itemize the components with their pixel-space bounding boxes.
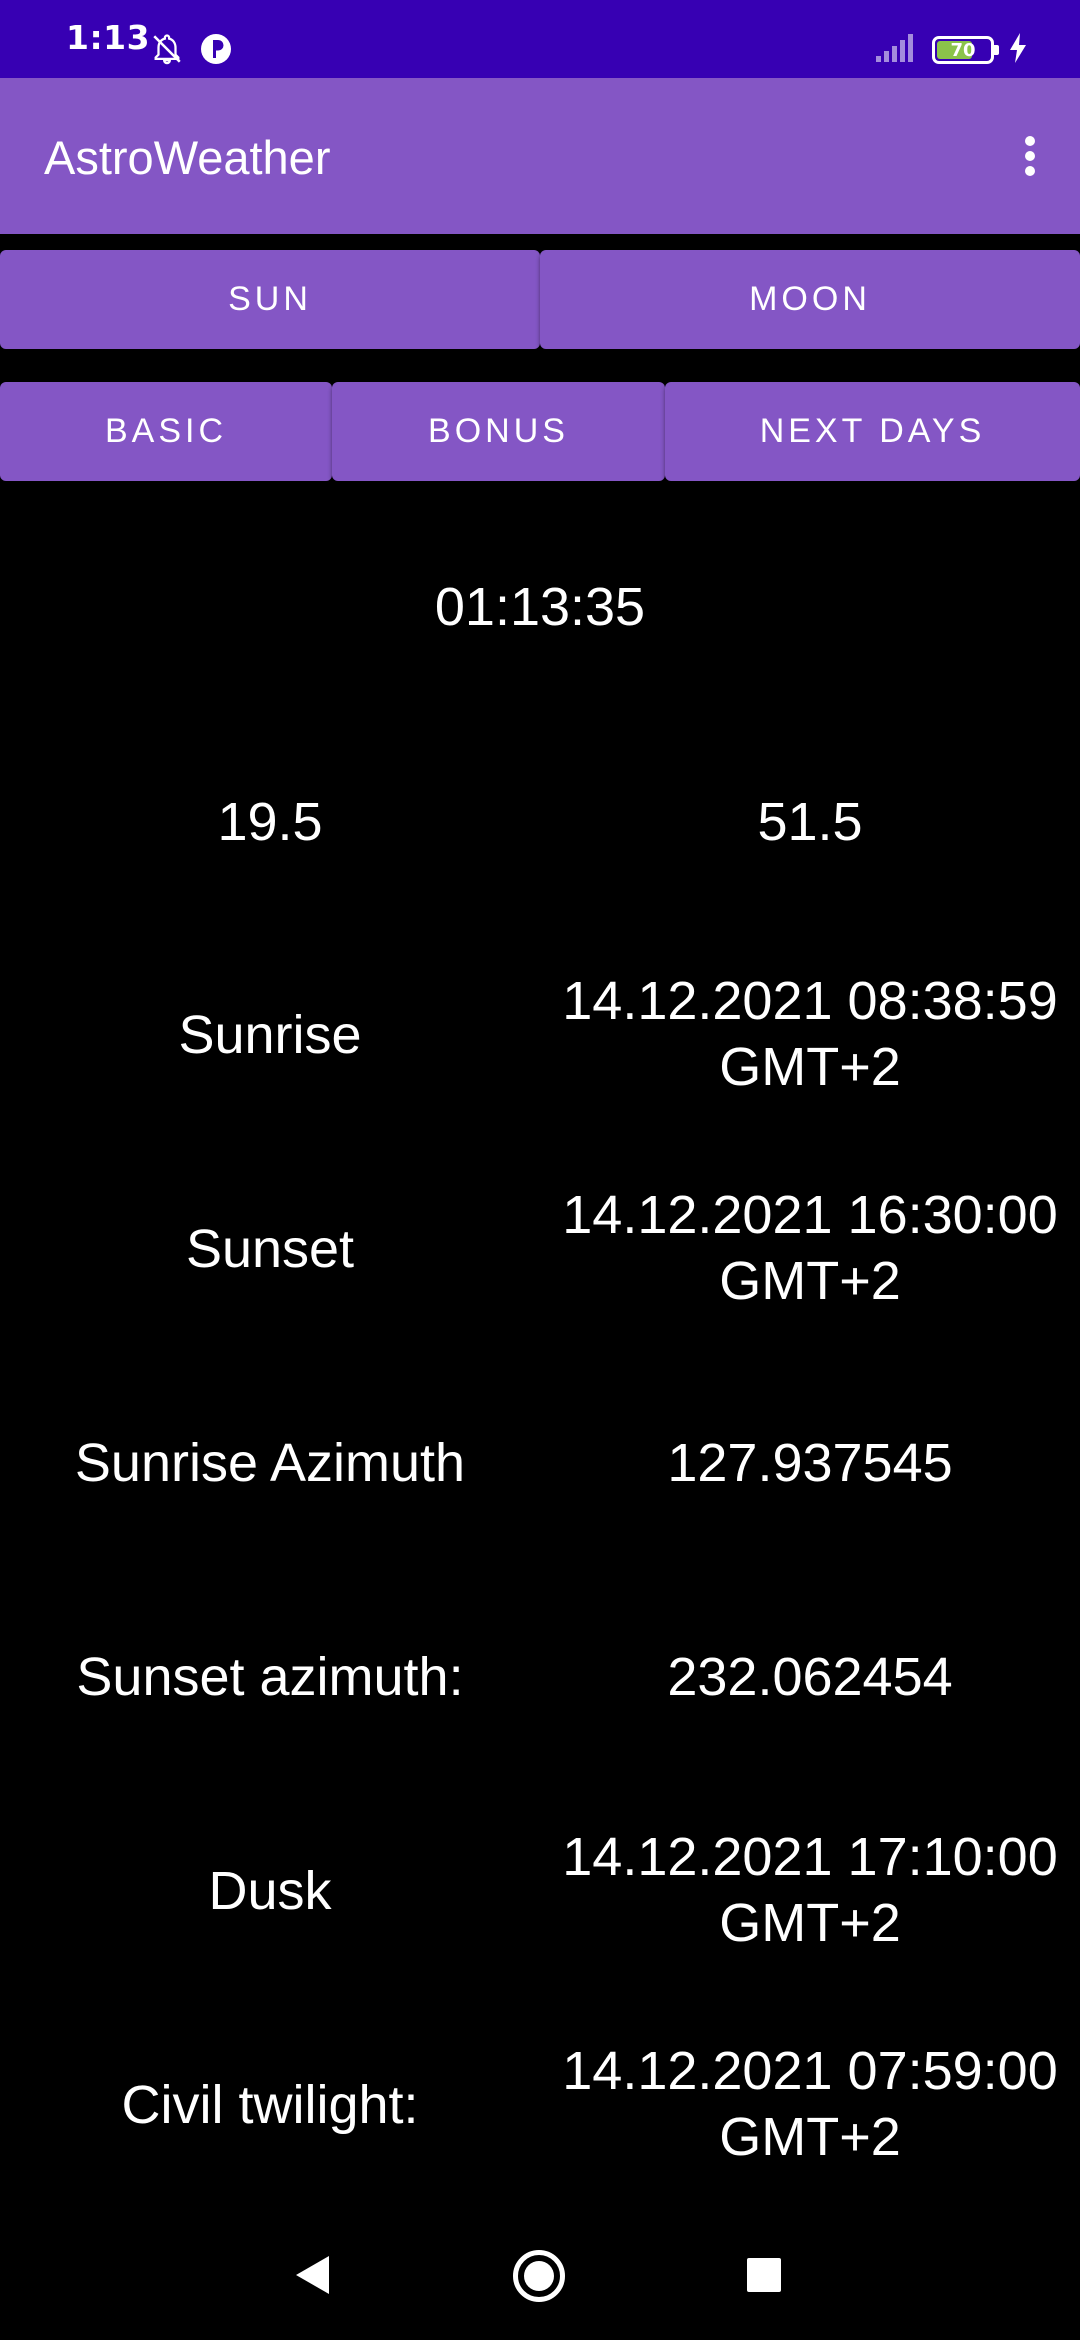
status-left-icons (150, 31, 234, 71)
sunrise-azimuth-value: 127.937545 (667, 1433, 953, 1493)
home-icon-inner (524, 2261, 554, 2291)
civil-twilight-timezone: GMT+2 (719, 2107, 901, 2167)
civil-twilight-label: Civil twilight: (121, 2075, 419, 2135)
sunrise-value: 14.12.2021 08:38:59 GMT+2 (540, 968, 1080, 1100)
current-time: 01:13:35 (434, 577, 646, 637)
back-icon[interactable] (296, 2256, 329, 2294)
dusk-value: 14.12.2021 17:10:00 GMT+2 (540, 1824, 1080, 1956)
recents-icon[interactable] (747, 2258, 781, 2292)
home-icon[interactable] (513, 2250, 565, 2302)
battery-level: 70 (950, 39, 976, 61)
app-title: AstroWeather (44, 131, 331, 184)
menu-dot (1025, 136, 1035, 146)
dusk-label: Dusk (208, 1861, 332, 1921)
signal-icon (876, 34, 918, 66)
menu-dot (1025, 166, 1035, 176)
sunset-timezone: GMT+2 (719, 1251, 901, 1311)
sunset-label: Sunset (185, 1219, 355, 1279)
longitude-value: 19.5 (217, 792, 323, 852)
civil-twilight-datetime: 14.12.2021 07:59:00 (562, 2041, 1058, 2101)
sunset-azimuth-label: Sunset azimuth: (76, 1647, 464, 1707)
sun-button[interactable]: SUN (0, 250, 540, 349)
app-bar: AstroWeather (0, 78, 1080, 234)
notifications-off-icon (150, 32, 184, 70)
more-vert-icon[interactable] (1010, 128, 1050, 184)
app-indicator-icon (198, 31, 234, 71)
sunrise-datetime: 14.12.2021 08:38:59 (562, 971, 1058, 1031)
menu-dot (1025, 151, 1035, 161)
astroweather-screen: 1:13 70 AstroWeather SUN MOON BASIC BONU… (0, 0, 1080, 2340)
status-bar: 1:13 70 (0, 0, 1080, 78)
dusk-timezone: GMT+2 (719, 1893, 901, 1953)
sunset-datetime: 14.12.2021 16:30:00 (562, 1185, 1058, 1245)
civil-twilight-value: 14.12.2021 07:59:00 GMT+2 (540, 2038, 1080, 2170)
battery-tip (994, 45, 999, 55)
sunrise-azimuth-label: Sunrise Azimuth (74, 1433, 466, 1493)
charging-bolt-icon (1008, 33, 1028, 67)
basic-button[interactable]: BASIC (0, 382, 332, 481)
latitude-value: 51.5 (757, 792, 863, 852)
sunset-value: 14.12.2021 16:30:00 GMT+2 (540, 1182, 1080, 1314)
sunrise-timezone: GMT+2 (719, 1037, 901, 1097)
bonus-button[interactable]: BONUS (332, 382, 665, 481)
moon-button[interactable]: MOON (540, 250, 1080, 349)
sunset-azimuth-value: 232.062454 (667, 1647, 953, 1707)
sunrise-label: Sunrise (178, 1005, 362, 1065)
status-time: 1:13 (66, 18, 151, 57)
battery-icon: 70 (932, 36, 999, 64)
status-right-icons: 70 (876, 33, 1028, 67)
dusk-datetime: 14.12.2021 17:10:00 (562, 1827, 1058, 1887)
next-days-button[interactable]: NEXT DAYS (665, 382, 1080, 481)
